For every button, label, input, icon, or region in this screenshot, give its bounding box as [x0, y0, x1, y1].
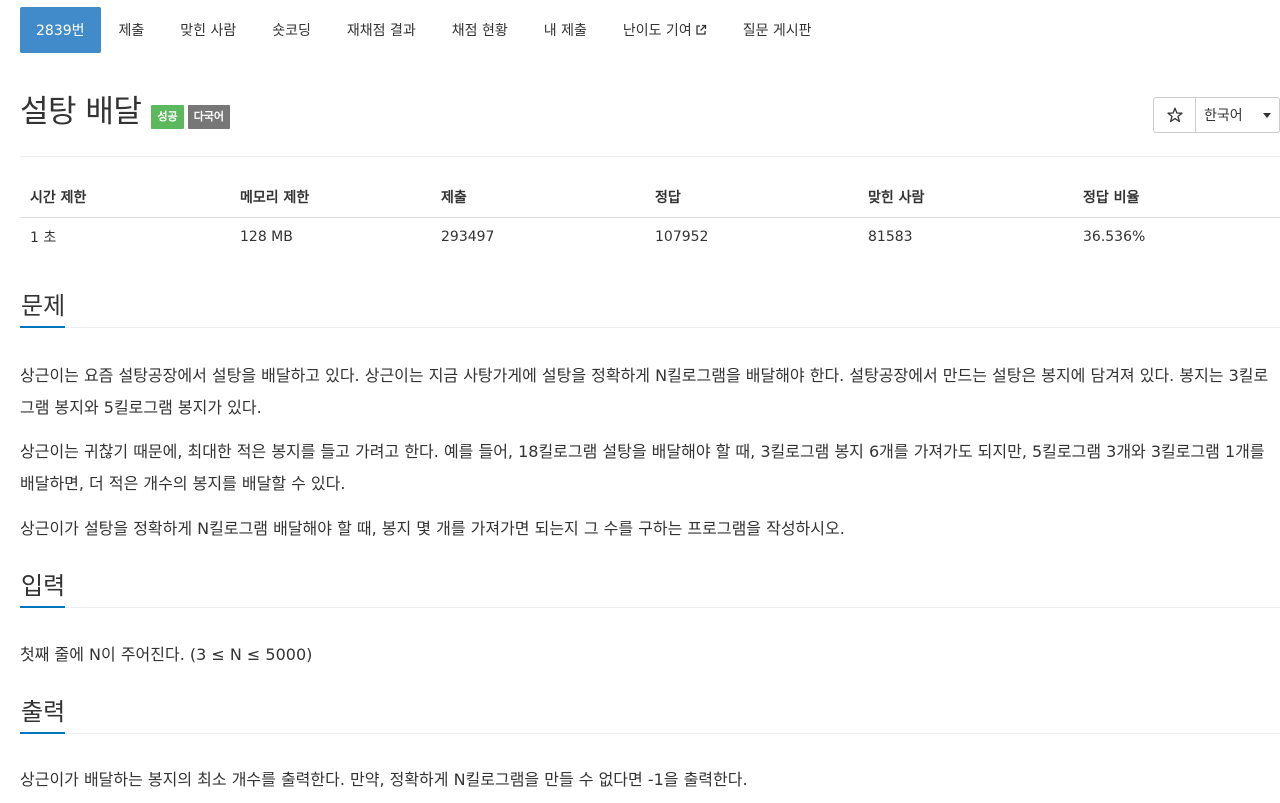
tab-difficulty-label: 난이도 기여: [622, 23, 692, 39]
input-description: 첫째 줄에 N이 주어진다. (3 ≤ N ≤ 5000): [20, 645, 313, 664]
section-accent-line: [20, 326, 65, 328]
value-memory-limit: 128 MB: [240, 228, 293, 245]
favorite-button[interactable]: [1153, 97, 1196, 133]
value-accepted: 107952: [655, 228, 709, 245]
problem-page: 2839번 제출 맞힌 사람 숏코딩 재채점 결과 채점 현황 내 제출 난이도…: [0, 0, 1280, 803]
info-header-row: 시간 제한 메모리 제한 제출 정답 맞힌 사람 정답 비율: [20, 177, 1280, 218]
title-divider: [20, 156, 1280, 157]
tab-question-board[interactable]: 질문 게시판: [725, 7, 830, 53]
status-badge-success: 성공: [151, 105, 184, 129]
external-link-icon: [696, 24, 706, 35]
tab-my-submissions[interactable]: 내 제출: [526, 7, 605, 53]
description-section-header: 문제: [20, 290, 1280, 328]
problem-info-table: 시간 제한 메모리 제한 제출 정답 맞힌 사람 정답 비율 1 초 128 M…: [20, 177, 1280, 256]
section-divider: [20, 607, 1280, 608]
input-heading: 입력: [21, 572, 66, 600]
tab-short-coding[interactable]: 숏코딩: [254, 7, 329, 53]
section-accent-line: [20, 606, 65, 608]
description-paragraph: 상근이는 귀찮기 때문에, 최대한 적은 봉지를 들고 가려고 한다. 예를 들…: [20, 442, 1265, 493]
description-paragraph: 상근이는 요즘 설탕공장에서 설탕을 배달하고 있다. 상근이는 지금 사탕가게…: [20, 366, 1269, 417]
star-icon: [1166, 107, 1183, 123]
output-description: 상근이가 배달하는 봉지의 최소 개수를 출력한다. 만약, 정확하게 N킬로그…: [20, 770, 748, 789]
problem-title-row: 설탕 배달 성공 다국어: [20, 92, 231, 132]
input-section-header: 입력: [20, 570, 1280, 608]
tab-problem-number[interactable]: 2839번: [20, 7, 101, 53]
section-divider: [20, 733, 1280, 734]
value-submissions: 293497: [441, 228, 495, 245]
tab-solved-users[interactable]: 맞힌 사람: [162, 7, 254, 53]
value-solved-users: 81583: [868, 228, 913, 245]
language-label: 한국어: [1204, 108, 1243, 124]
problem-controls: 한국어: [1153, 97, 1280, 133]
header-solved-users: 맞힌 사람: [858, 177, 1073, 218]
info-value-row: 1 초 128 MB 293497 107952 81583 36.536%: [20, 217, 1280, 256]
description-paragraph: 상근이가 설탕을 정확하게 N킬로그램 배달해야 할 때, 봉지 몇 개를 가져…: [20, 519, 845, 538]
tab-submit[interactable]: 제출: [101, 7, 163, 53]
header-accept-ratio: 정답 비율: [1073, 177, 1280, 218]
language-dropdown[interactable]: 한국어: [1196, 97, 1280, 133]
output-heading: 출력: [21, 698, 66, 726]
caret-down-icon: [1263, 112, 1271, 118]
output-section-header: 출력: [20, 696, 1280, 734]
description-heading: 문제: [21, 292, 66, 320]
tab-difficulty-contribution[interactable]: 난이도 기여: [605, 7, 725, 53]
header-memory-limit: 메모리 제한: [230, 177, 431, 218]
problem-tabs: 2839번 제출 맞힌 사람 숏코딩 재채점 결과 채점 현황 내 제출 난이도…: [20, 7, 830, 53]
value-accept-ratio: 36.536%: [1083, 228, 1146, 245]
header-submissions: 제출: [431, 177, 645, 218]
section-accent-line: [20, 732, 65, 734]
header-time-limit: 시간 제한: [20, 177, 230, 218]
problem-title: 설탕 배달: [20, 94, 142, 130]
multilingual-badge: 다국어: [187, 105, 231, 129]
header-accepted: 정답: [645, 177, 858, 218]
section-divider: [20, 327, 1280, 328]
value-time-limit: 1 초: [30, 229, 57, 246]
tab-rejudge-result[interactable]: 재채점 결과: [329, 7, 434, 53]
tab-judge-status[interactable]: 채점 현황: [434, 7, 526, 53]
